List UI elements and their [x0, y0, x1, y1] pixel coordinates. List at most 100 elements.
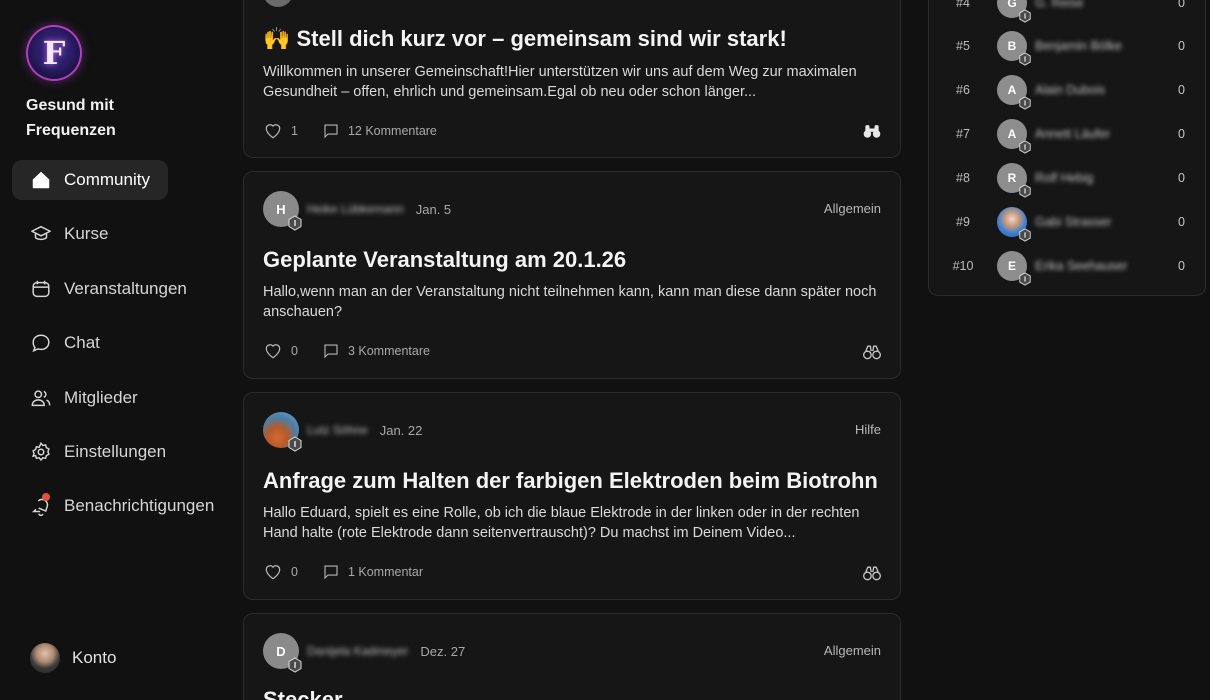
community-name[interactable]: Gesund mit Frequenzen — [26, 93, 206, 143]
heart-icon[interactable] — [263, 341, 283, 361]
nav-label: Mitglieder — [64, 387, 138, 407]
points: 0 — [1178, 259, 1185, 273]
avatar-letter: G — [1007, 0, 1017, 10]
gear-icon — [30, 441, 52, 463]
nav-item-benachrichtigungen[interactable]: Benachrichtigungen — [12, 486, 236, 526]
nav-item-veranstaltungen[interactable]: Veranstaltungen — [12, 269, 236, 309]
avatar-letter: A — [1007, 83, 1017, 97]
author-avatar[interactable] — [263, 412, 302, 452]
post-actions: 0 3 Kommentare — [263, 340, 430, 362]
leaderboard-row[interactable]: #7 A Annett Läufer 0 — [929, 118, 1207, 154]
leaderboard-row[interactable]: #10 E Erika Seehauser 0 — [929, 250, 1207, 286]
heart-icon[interactable] — [263, 121, 283, 141]
nav-label: Benachrichtigungen — [64, 496, 215, 516]
avatar-letter: R — [1007, 171, 1017, 185]
post-title[interactable]: Stecker — [263, 687, 343, 700]
comment-icon[interactable] — [322, 342, 340, 360]
post-card[interactable]: D Danijela Kadmeyer Dez. 27 Allgemein St… — [243, 613, 901, 700]
avatar-letter: A — [1007, 127, 1017, 141]
avatar-letter: H — [276, 201, 286, 217]
nav-item-kurse[interactable]: Kurse — [12, 214, 236, 254]
points: 0 — [1178, 39, 1185, 53]
post-title[interactable]: Geplante Veranstaltung am 20.1.26 — [263, 247, 626, 273]
level-badge-icon — [288, 657, 302, 673]
binoculars-icon[interactable] — [862, 121, 882, 141]
rank: #7 — [956, 127, 970, 141]
member-name[interactable]: Annett Läufer — [1035, 127, 1155, 141]
leaderboard-row[interactable]: #4 G G. Reise 0 — [929, 0, 1207, 23]
member-name[interactable]: Rolf Hebig — [1035, 171, 1155, 185]
comment-count[interactable]: 1 Kommentar — [348, 565, 423, 579]
avatar-letter: B — [1007, 39, 1017, 53]
post-actions: 0 1 Kommentar — [263, 561, 423, 583]
nav-label: Chat — [64, 333, 100, 353]
nav-item-mitglieder[interactable]: Mitglieder — [12, 378, 236, 418]
member-name[interactable]: Alain Dubois — [1035, 83, 1155, 97]
nav-item-chat[interactable]: Chat — [12, 323, 236, 363]
author-name[interactable]: Lutz Söhne — [307, 423, 368, 437]
points: 0 — [1178, 83, 1185, 97]
account-button[interactable]: Konto — [30, 643, 116, 673]
logo-letter: F — [42, 34, 66, 72]
post-title[interactable]: Anfrage zum Halten der farbigen Elektrod… — [263, 468, 878, 494]
post-actions: 1 12 Kommentare — [263, 120, 437, 142]
avatar: B — [997, 31, 1031, 66]
leaderboard-row[interactable]: #8 R Rolf Hebig 0 — [929, 162, 1207, 198]
post-card[interactable]: 🙌 Stell dich kurz vor – gemeinsam sind w… — [243, 0, 901, 158]
level-badge-icon — [1019, 140, 1031, 154]
leaderboard-row[interactable]: #6 A Alain Dubois 0 — [929, 74, 1207, 110]
comment-count[interactable]: 12 Kommentare — [348, 124, 437, 138]
nav-label: Veranstaltungen — [64, 278, 187, 298]
avatar — [263, 0, 299, 9]
comment-icon[interactable] — [322, 563, 340, 581]
post-card[interactable]: Lutz Söhne Jan. 22 Hilfe Anfrage zum Hal… — [243, 392, 901, 600]
post-excerpt: Hallo,wenn man an der Veranstaltung nich… — [263, 284, 877, 320]
binoculars-icon[interactable] — [862, 563, 882, 583]
author-avatar[interactable]: H — [263, 191, 302, 231]
author-avatar[interactable]: D — [263, 633, 302, 673]
like-count: 0 — [291, 565, 298, 579]
sidebar: F Gesund mit Frequenzen Community Kurse … — [0, 0, 236, 700]
chat-bubble-icon — [30, 332, 52, 354]
rank: #9 — [956, 215, 970, 229]
leaderboard-row[interactable]: #5 B Benjamin Bölke 0 — [929, 30, 1207, 66]
level-badge-icon — [1019, 9, 1031, 23]
post-meta: H Heike Lübkemann Jan. 5 — [263, 191, 451, 231]
level-badge-icon — [1019, 96, 1031, 110]
rank: #6 — [956, 83, 970, 97]
member-name[interactable]: Erika Seehauser — [1035, 259, 1155, 273]
post-date: Jan. 22 — [379, 422, 423, 438]
nav-item-community[interactable]: Community — [12, 160, 168, 200]
nav-item-einstellungen[interactable]: Einstellungen — [12, 432, 236, 472]
comment-icon[interactable] — [322, 122, 340, 140]
post-category: Allgemein — [823, 201, 881, 216]
rank: #8 — [956, 171, 970, 185]
account-label: Konto — [72, 648, 117, 667]
avatar — [997, 207, 1031, 242]
avatar: A — [997, 75, 1031, 110]
post-meta: Lutz Söhne Jan. 22 — [263, 412, 423, 452]
heart-icon[interactable] — [263, 562, 283, 582]
comment-count[interactable]: 3 Kommentare — [348, 344, 430, 358]
binoculars-icon[interactable] — [862, 342, 882, 362]
community-logo[interactable]: F — [26, 25, 82, 81]
member-name[interactable]: Gabi Strasser — [1035, 215, 1155, 229]
post-excerpt: Willkommen in unserer Gemeinschaft!Hier … — [263, 64, 857, 100]
like-count: 1 — [291, 124, 298, 138]
nav-label: Kurse — [64, 224, 109, 244]
rank: #5 — [956, 39, 970, 53]
post-category: Allgemein — [823, 643, 881, 658]
post-card[interactable]: H Heike Lübkemann Jan. 5 Allgemein Gepla… — [243, 171, 901, 379]
author-name[interactable]: Heike Lübkemann — [307, 202, 404, 216]
like-count: 0 — [291, 344, 298, 358]
post-title[interactable]: 🙌 Stell dich kurz vor – gemeinsam sind w… — [263, 26, 787, 52]
member-name[interactable]: Benjamin Bölke — [1035, 39, 1155, 53]
level-badge-icon — [288, 215, 302, 231]
level-badge-icon — [1019, 228, 1031, 242]
level-badge-icon — [1019, 184, 1031, 198]
leaderboard: #4 G G. Reise 0 #5 B Benjamin Bölke 0 #6… — [928, 0, 1206, 296]
leaderboard-row[interactable]: #9 Gabi Strasser 0 — [929, 206, 1207, 242]
level-badge-icon — [1019, 52, 1031, 66]
member-name[interactable]: G. Reise — [1035, 0, 1155, 10]
author-name[interactable]: Danijela Kadmeyer — [307, 644, 408, 658]
